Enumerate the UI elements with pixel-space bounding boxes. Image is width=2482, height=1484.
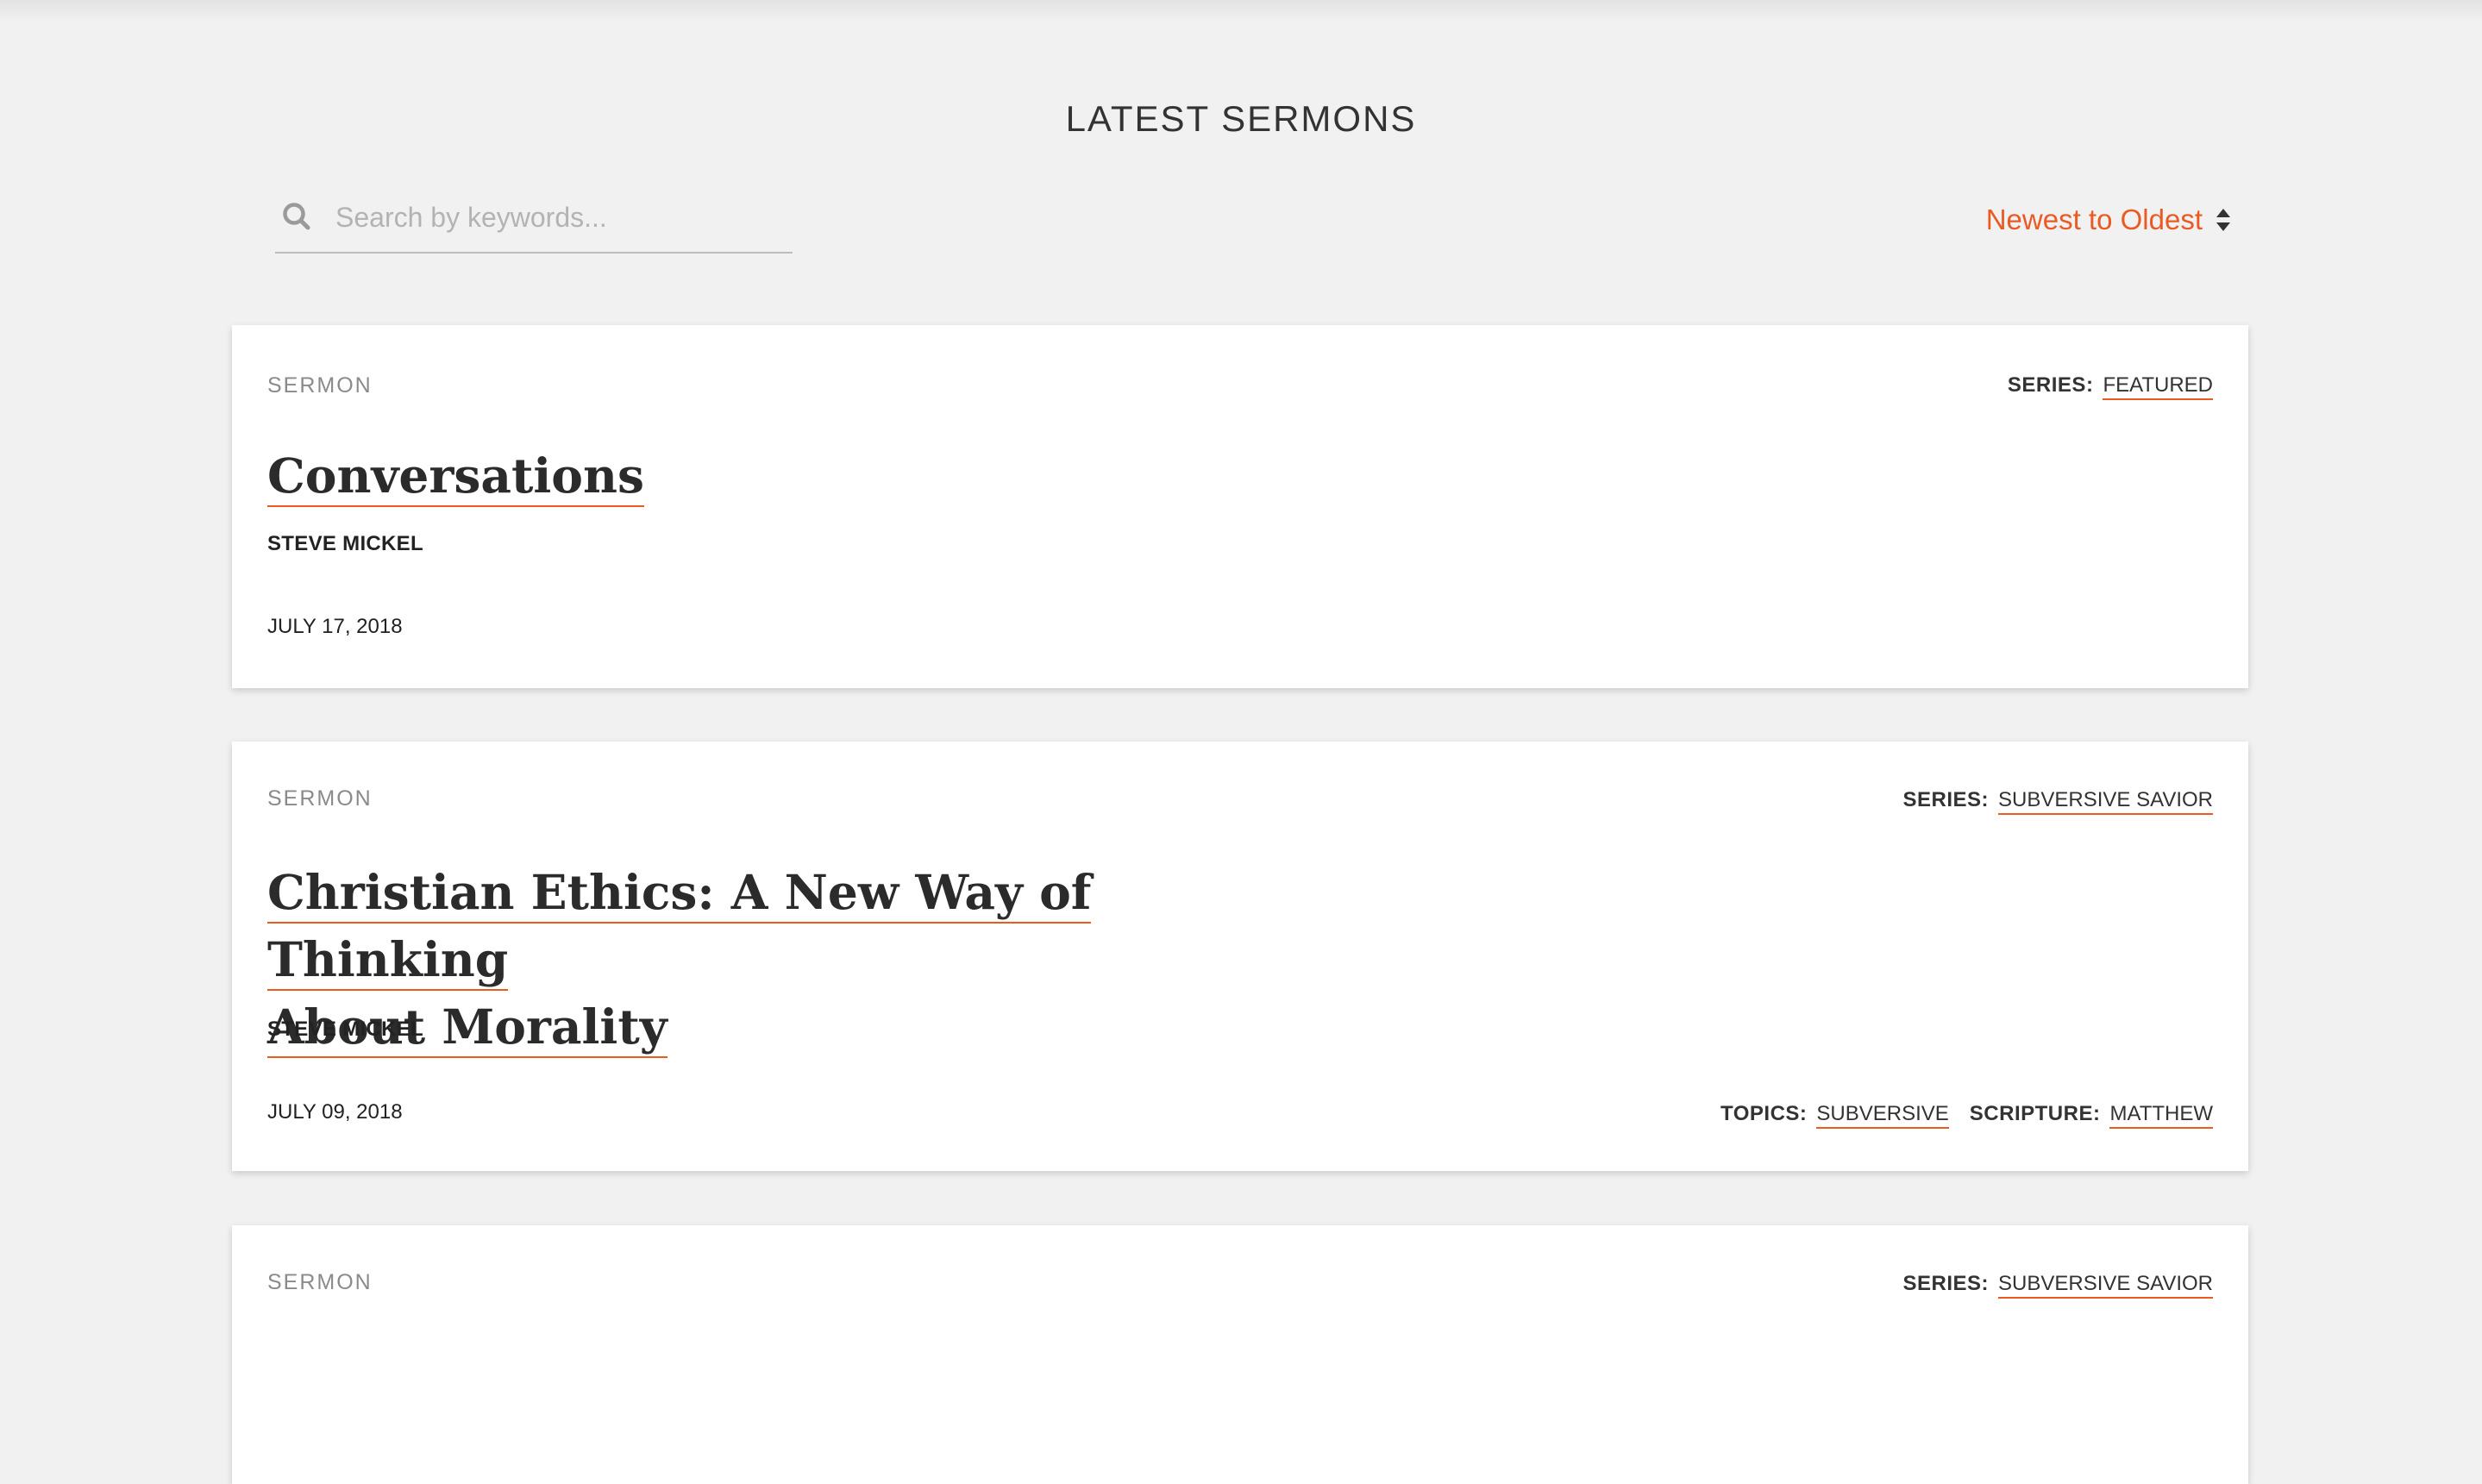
sermon-date: JULY 17, 2018	[267, 615, 403, 638]
sermon-title-link-line1[interactable]: Christian Ethics: A New Way of Thinking	[267, 864, 1092, 991]
series-link[interactable]: FEATURED	[2103, 373, 2213, 400]
series-label: SERIES:	[1902, 1272, 1990, 1295]
scripture-label: SCRIPTURE:	[1969, 1102, 2101, 1125]
sermon-speaker: STEVE MICKEL	[267, 1018, 423, 1041]
sermon-card: SERMON SERIES: SUBVERSIVE SAVIOR	[232, 1225, 2248, 1484]
series-label: SERIES:	[1902, 788, 1990, 811]
page-title: LATEST SERMONS	[1065, 98, 1417, 140]
sermon-title: Conversations	[267, 442, 1259, 510]
sort-label: Newest to Oldest	[1985, 204, 2203, 235]
sermon-title-link[interactable]: Conversations	[267, 448, 644, 507]
search-input[interactable]	[334, 193, 786, 241]
series-meta: SERIES: SUBVERSIVE SAVIOR	[1902, 1272, 2213, 1299]
sermon-type: SERMON	[267, 786, 373, 811]
series-link[interactable]: SUBVERSIVE SAVIOR	[1998, 1272, 2213, 1299]
search-bar	[275, 193, 793, 254]
scripture-link[interactable]: MATTHEW	[2109, 1102, 2213, 1129]
series-link[interactable]: SUBVERSIVE SAVIOR	[1998, 788, 2213, 815]
series-meta: SERIES: FEATURED	[2008, 373, 2213, 400]
sermon-card: SERMON SERIES: FEATURED Conversations ST…	[232, 325, 2248, 688]
sermon-type: SERMON	[267, 1270, 373, 1294]
sermon-card: SERMON SERIES: SUBVERSIVE SAVIOR Christi…	[232, 742, 2248, 1171]
header-shadow	[0, 0, 2482, 22]
sermon-speaker: STEVE MICKEL	[267, 532, 423, 555]
topics-scripture-meta: TOPICS: SUBVERSIVE SCRIPTURE: MATTHEW	[1720, 1102, 2213, 1129]
topic-link[interactable]: SUBVERSIVE	[1816, 1102, 1949, 1129]
sort-dropdown[interactable]: Newest to Oldest	[1986, 204, 2232, 236]
search-icon	[283, 203, 310, 230]
series-label: SERIES:	[2007, 373, 2094, 397]
sermon-date: JULY 09, 2018	[267, 1100, 403, 1124]
sort-arrows-icon	[2216, 209, 2230, 231]
topics-label: TOPICS:	[1720, 1102, 1808, 1125]
series-meta: SERIES: SUBVERSIVE SAVIOR	[1902, 788, 2213, 815]
sermon-type: SERMON	[267, 373, 373, 398]
